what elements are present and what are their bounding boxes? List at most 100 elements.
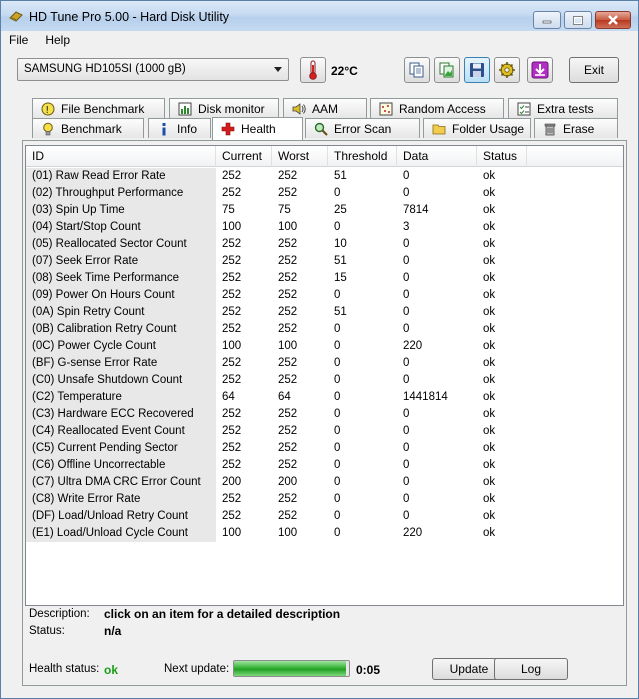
cell-worst: 200 bbox=[278, 476, 298, 488]
download-button[interactable] bbox=[527, 57, 553, 83]
tab-aam[interactable]: AAM bbox=[283, 98, 367, 118]
table-row[interactable]: (02) Throughput Performance 252 252 0 0 ok bbox=[26, 185, 623, 202]
table-row[interactable]: (DF) Load/Unload Retry Count 252 252 0 0 ok bbox=[26, 508, 623, 525]
cell-status: ok bbox=[483, 510, 496, 522]
cell-current: 252 bbox=[222, 510, 242, 522]
settings-button[interactable] bbox=[494, 57, 520, 83]
cell-threshold: 25 bbox=[334, 204, 347, 216]
tab-label: Folder Usage bbox=[452, 121, 525, 136]
thermometer-icon bbox=[309, 60, 317, 80]
cell-status: ok bbox=[483, 340, 496, 352]
cell-current: 64 bbox=[222, 391, 235, 403]
table-row[interactable]: (C3) Hardware ECC Recovered 252 252 0 0 ok bbox=[26, 406, 623, 423]
app-icon bbox=[9, 11, 23, 22]
cell-status: ok bbox=[483, 204, 496, 216]
cell-status: ok bbox=[483, 493, 496, 505]
tab-extra-tests[interactable]: Extra tests bbox=[508, 98, 618, 118]
log-button[interactable]: Log bbox=[494, 658, 568, 680]
title-bar[interactable]: HD Tune Pro 5.00 - Hard Disk Utility bbox=[1, 1, 638, 31]
copy-screenshot-button[interactable] bbox=[434, 57, 460, 83]
cell-id: (04) Start/Stop Count bbox=[26, 219, 216, 236]
column-header-data[interactable]: Data bbox=[397, 146, 477, 167]
tab-label: Info bbox=[177, 121, 198, 136]
tab-label: Error Scan bbox=[334, 121, 392, 136]
cell-data: 7814 bbox=[403, 204, 429, 216]
tab-file-benchmark[interactable]: ! File Benchmark bbox=[32, 98, 165, 118]
menu-file[interactable]: File bbox=[9, 33, 28, 51]
table-row[interactable]: (E1) Load/Unload Cycle Count 100 100 0 220 ok bbox=[26, 525, 623, 542]
copy-screenshot-icon bbox=[439, 62, 454, 78]
chevron-down-icon bbox=[274, 67, 282, 72]
table-row[interactable]: (08) Seek Time Performance 252 252 15 0 ok bbox=[26, 270, 623, 287]
cell-status: ok bbox=[483, 442, 496, 454]
column-header-status[interactable]: Status bbox=[477, 146, 527, 167]
tab-health[interactable]: Health bbox=[212, 117, 303, 140]
svg-text:!: ! bbox=[45, 105, 49, 116]
settings-icon bbox=[499, 62, 515, 78]
cell-data: 0 bbox=[403, 255, 410, 267]
cell-current: 252 bbox=[222, 170, 242, 182]
cell-current: 75 bbox=[222, 204, 235, 216]
table-row[interactable]: (C6) Offline Uncorrectable 252 252 0 0 ok bbox=[26, 457, 623, 474]
column-header-worst[interactable]: Worst bbox=[272, 146, 328, 167]
table-row[interactable]: (C5) Current Pending Sector 252 252 0 0 ok bbox=[26, 440, 623, 457]
minimize-button[interactable] bbox=[533, 11, 561, 29]
status-value: n/a bbox=[104, 624, 122, 638]
save-button[interactable] bbox=[464, 57, 490, 83]
table-row[interactable]: (07) Seek Error Rate 252 252 51 0 ok bbox=[26, 253, 623, 270]
table-row[interactable]: (C7) Ultra DMA CRC Error Count 200 200 0 0 ok bbox=[26, 474, 623, 491]
cell-threshold: 0 bbox=[334, 289, 341, 301]
cell-current: 252 bbox=[222, 408, 242, 420]
cell-threshold: 0 bbox=[334, 340, 341, 352]
table-row[interactable]: (04) Start/Stop Count 100 100 0 3 ok bbox=[26, 219, 623, 236]
cell-id: (09) Power On Hours Count bbox=[26, 287, 216, 304]
menu-help[interactable]: Help bbox=[45, 33, 70, 51]
tab-error-scan[interactable]: Error Scan bbox=[305, 118, 420, 138]
tab-folder-usage[interactable]: Folder Usage bbox=[423, 118, 531, 138]
table-row[interactable]: (01) Raw Read Error Rate 252 252 51 0 ok bbox=[26, 168, 623, 185]
cell-threshold: 0 bbox=[334, 493, 341, 505]
health-panel: ID Current Worst Threshold Data Status (… bbox=[22, 140, 627, 686]
temperature-button[interactable] bbox=[300, 57, 326, 83]
table-row[interactable]: (BF) G-sense Error Rate 252 252 0 0 ok bbox=[26, 355, 623, 372]
cell-threshold: 0 bbox=[334, 323, 341, 335]
tab-info[interactable]: Info bbox=[148, 118, 211, 138]
table-row[interactable]: (09) Power On Hours Count 252 252 0 0 ok bbox=[26, 287, 623, 304]
close-icon bbox=[608, 15, 618, 25]
cell-threshold: 10 bbox=[334, 238, 347, 250]
table-row[interactable]: (0A) Spin Retry Count 252 252 51 0 ok bbox=[26, 304, 623, 321]
cell-id: (BF) G-sense Error Rate bbox=[26, 355, 216, 372]
column-header-id[interactable]: ID bbox=[26, 146, 216, 167]
maximize-button[interactable] bbox=[564, 11, 592, 29]
tab-disk-monitor[interactable]: Disk monitor bbox=[169, 98, 279, 118]
cell-current: 252 bbox=[222, 323, 242, 335]
table-row[interactable]: (0B) Calibration Retry Count 252 252 0 0 ok bbox=[26, 321, 623, 338]
table-row[interactable]: (C2) Temperature 64 64 0 1441814 ok bbox=[26, 389, 623, 406]
table-row[interactable]: (C4) Reallocated Event Count 252 252 0 0 ok bbox=[26, 423, 623, 440]
exit-button[interactable]: Exit bbox=[569, 57, 619, 83]
cell-worst: 252 bbox=[278, 510, 298, 522]
drive-select[interactable]: SAMSUNG HD105SI (1000 gB) bbox=[17, 58, 289, 81]
close-button[interactable] bbox=[595, 11, 631, 29]
copy-text-button[interactable] bbox=[404, 57, 430, 83]
tab-benchmark[interactable]: Benchmark bbox=[32, 118, 144, 138]
tab-random-access[interactable]: Random Access bbox=[370, 98, 504, 118]
cell-current: 100 bbox=[222, 221, 242, 233]
cell-id: (02) Throughput Performance bbox=[26, 185, 216, 202]
table-row[interactable]: (0C) Power Cycle Count 100 100 0 220 ok bbox=[26, 338, 623, 355]
column-header-current[interactable]: Current bbox=[216, 146, 272, 167]
smart-table[interactable]: ID Current Worst Threshold Data Status (… bbox=[25, 145, 624, 606]
cell-current: 252 bbox=[222, 255, 242, 267]
cell-id: (0A) Spin Retry Count bbox=[26, 304, 216, 321]
tab-erase[interactable]: Erase bbox=[534, 118, 618, 138]
tab-label: AAM bbox=[312, 101, 339, 116]
column-header-threshold[interactable]: Threshold bbox=[328, 146, 397, 167]
cell-id: (DF) Load/Unload Retry Count bbox=[26, 508, 216, 525]
cell-status: ok bbox=[483, 391, 496, 403]
table-row[interactable]: (C0) Unsafe Shutdown Count 252 252 0 0 ok bbox=[26, 372, 623, 389]
table-row[interactable]: (C8) Write Error Rate 252 252 0 0 ok bbox=[26, 491, 623, 508]
cell-current: 100 bbox=[222, 340, 242, 352]
table-row[interactable]: (05) Reallocated Sector Count 252 252 10 0 ok bbox=[26, 236, 623, 253]
cell-id: (03) Spin Up Time bbox=[26, 202, 216, 219]
table-row[interactable]: (03) Spin Up Time 75 75 25 7814 ok bbox=[26, 202, 623, 219]
